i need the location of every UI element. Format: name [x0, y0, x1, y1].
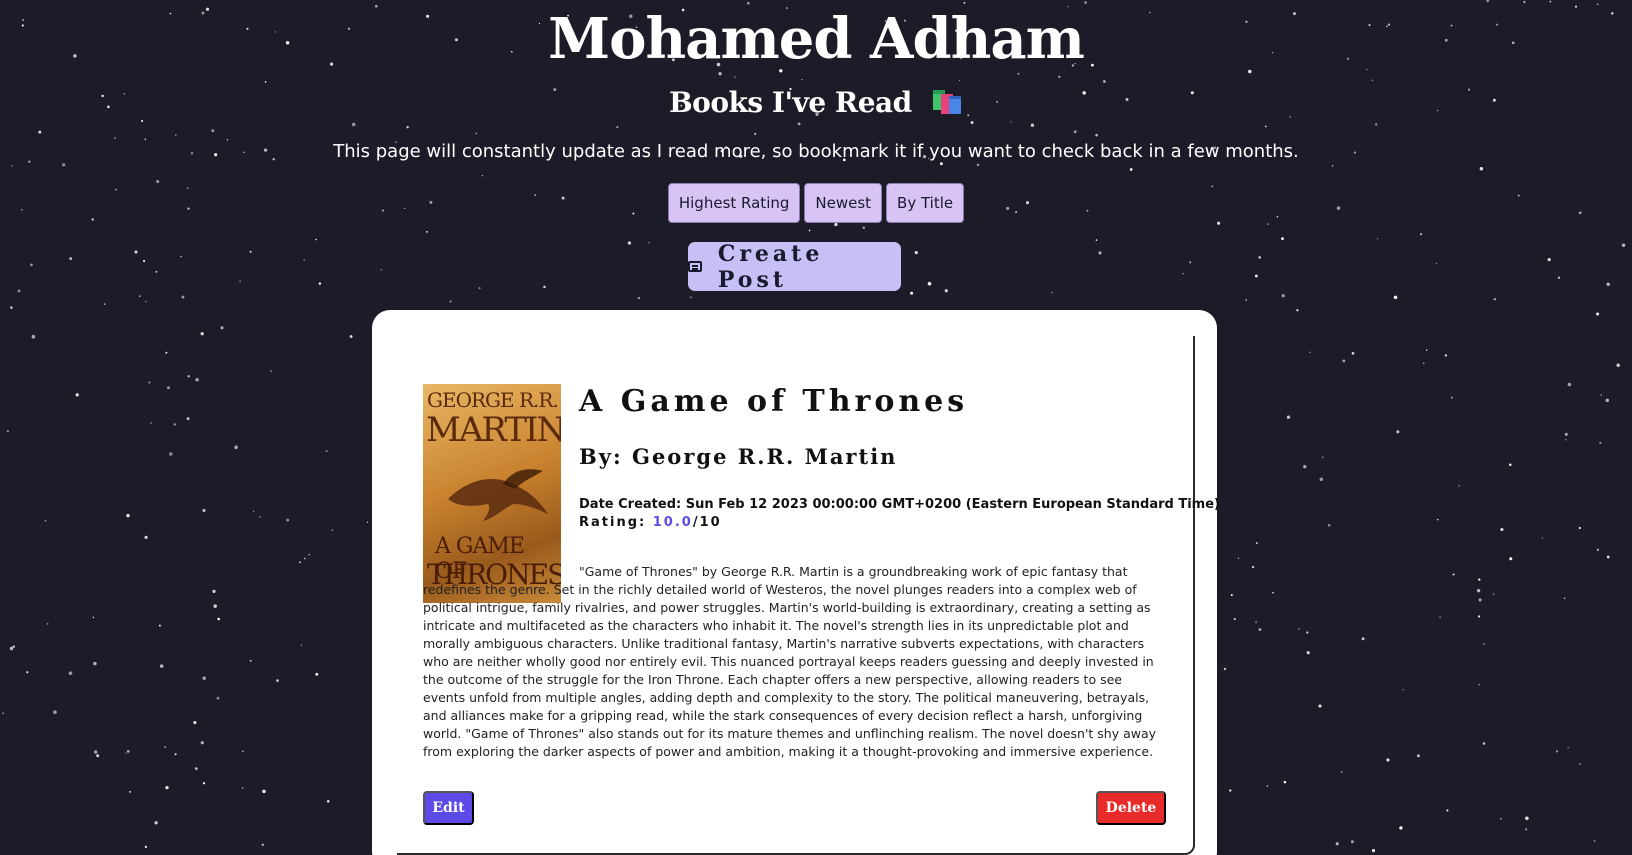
rating-max: /10	[692, 515, 722, 530]
date-created: Date Created: Sun Feb 12 2023 00:00:00 G…	[579, 497, 1220, 512]
book-title: A Game of Thrones	[579, 384, 969, 419]
rating: Rating: 10.0/10	[579, 515, 722, 530]
note-icon	[688, 261, 702, 272]
books-icon	[933, 89, 961, 114]
book-author: By: George R.R. Martin	[579, 444, 898, 469]
cover-author-line2: MARTIN	[426, 410, 561, 450]
intro-text: This page will constantly update as I re…	[333, 141, 1299, 162]
dragon-illustration	[448, 469, 548, 521]
page-subtitle: Books I've Read	[0, 86, 1632, 119]
delete-button[interactable]: Delete	[1096, 791, 1166, 825]
cover-author-line1: GEORGE R.R.	[427, 388, 559, 412]
rating-value: 10.0	[652, 515, 693, 530]
book-review: "Game of Thrones" by George R.R. Martin …	[423, 564, 1157, 759]
site-title: Mohamed Adham	[548, 6, 1085, 72]
page: Mohamed Adham Books I've Read This page …	[0, 0, 1632, 855]
subtitle-text: Books I've Read	[669, 86, 912, 119]
rating-label: Rating:	[579, 515, 653, 530]
sort-newest-button[interactable]: Newest	[804, 183, 883, 223]
edit-button[interactable]: Edit	[423, 791, 474, 825]
sort-highest-rating-button[interactable]: Highest Rating	[667, 183, 801, 223]
sort-by-title-button[interactable]: By Title	[886, 183, 965, 223]
sort-bar: Highest Rating Newest By Title	[0, 183, 1632, 223]
create-post-label: Create Post	[717, 240, 824, 293]
create-post-button[interactable]: Create Post	[688, 240, 901, 293]
